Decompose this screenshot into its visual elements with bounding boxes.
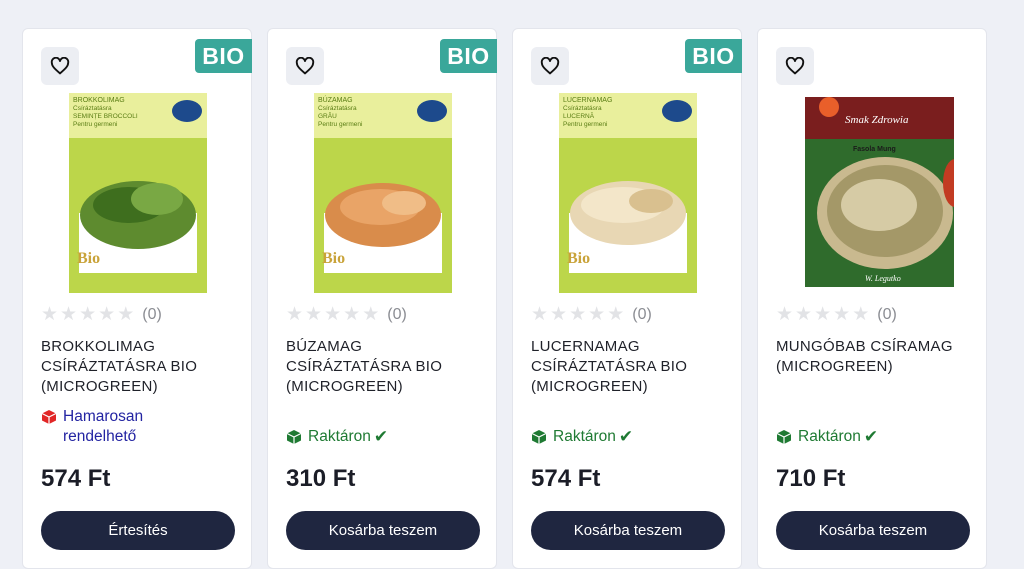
product-image[interactable]: BROKKOLIMAG Csíráztatásra SEMINȚE BROCCO… (69, 93, 207, 293)
box-green-icon (531, 430, 547, 444)
product-card[interactable]: BIO LUCERNAMAG Csíráztatásra LUCERNĂ Pen… (512, 28, 742, 569)
wishlist-button[interactable] (531, 47, 569, 85)
package-label: Csíráztatásra (318, 105, 357, 112)
star-icon: ★ (98, 304, 116, 325)
star-icon: ★ (343, 304, 361, 325)
heart-icon (295, 57, 315, 75)
product-card[interactable]: BIO BÚZAMAG Csíráztatásra GRÂU Pentru ge… (267, 28, 497, 569)
star-icon: ★ (324, 304, 342, 325)
package-label: BÚZAMAG (318, 95, 353, 104)
product-title[interactable]: MUNGÓBAB CSÍRAMAG (MICROGREEN) (776, 337, 976, 377)
promo-sticker (819, 97, 839, 117)
wishlist-button[interactable] (286, 47, 324, 85)
star-icon: ★ (79, 304, 97, 325)
product-title[interactable]: BÚZAMAG CSÍRÁZTATÁSRA BIO (MICROGREEN) (286, 337, 486, 397)
product-price: 310 Ft (286, 465, 356, 492)
product-image[interactable]: LUCERNAMAG Csíráztatásra LUCERNĂ Pentru … (559, 93, 697, 293)
package-label: SEMINȚE BROCCOLI (73, 113, 138, 120)
package-label: GRÂU (318, 111, 337, 120)
star-icon: ★ (362, 304, 380, 325)
product-image[interactable]: Smak Zdrowia Fasola Mung W. Legutko (794, 93, 954, 293)
notify-button[interactable]: Értesítés (41, 511, 235, 550)
rating-count: (0) (877, 306, 897, 323)
package-label: LUCERNAMAG (563, 97, 612, 104)
star-icon: ★ (814, 304, 832, 325)
star-icon: ★ (41, 304, 59, 325)
package-label: Bio (77, 250, 100, 267)
product-image[interactable]: BÚZAMAG Csíráztatásra GRÂU Pentru germen… (314, 93, 452, 293)
product-price: 574 Ft (41, 465, 111, 492)
package-label: W. Legutko (865, 274, 901, 283)
availability: Hamarosan rendelhető (41, 407, 183, 447)
product-price: 574 Ft (531, 465, 601, 492)
add-to-cart-button[interactable]: Kosárba teszem (531, 511, 725, 550)
availability-text: Hamarosan rendelhető (63, 408, 144, 445)
product-card[interactable]: Smak Zdrowia Fasola Mung W. Legutko ★ ★ ★ ★… (757, 28, 987, 569)
package-label: Pentru germeni (318, 121, 362, 128)
star-icon: ★ (795, 304, 813, 325)
bio-badge: BIO (440, 39, 497, 73)
star-icon: ★ (550, 304, 568, 325)
rating: ★ ★ ★ ★ ★ (0) (531, 305, 652, 325)
availability: Raktáron ✔ (776, 427, 878, 447)
heart-icon (785, 57, 805, 75)
star-icon: ★ (833, 304, 851, 325)
star-icon: ★ (60, 304, 78, 325)
availability: Raktáron ✔ (286, 427, 388, 447)
star-icon: ★ (286, 304, 304, 325)
star-icon: ★ (588, 304, 606, 325)
star-icon: ★ (305, 304, 323, 325)
brand-logo (417, 100, 447, 122)
rating-count: (0) (142, 306, 162, 323)
brand-logo (662, 100, 692, 122)
rating-count: (0) (387, 306, 407, 323)
star-icon: ★ (117, 304, 135, 325)
box-green-icon (286, 430, 302, 444)
package-label: Fasola Mung (853, 146, 896, 153)
check-icon: ✔ (373, 427, 389, 446)
star-icon: ★ (852, 304, 870, 325)
package-label: Pentru germeni (73, 121, 117, 128)
rating: ★ ★ ★ ★ ★ (0) (286, 305, 407, 325)
package-label: Smak Zdrowia (845, 114, 909, 126)
package-label: Bio (567, 250, 590, 267)
bio-badge: BIO (195, 39, 252, 73)
package-label: LUCERNĂ (563, 111, 595, 120)
add-to-cart-button[interactable]: Kosárba teszem (776, 511, 970, 550)
package-label: BROKKOLIMAG (73, 97, 125, 104)
availability-text: Raktáron (798, 428, 861, 445)
availability-text: Raktáron (308, 428, 371, 445)
package-label: Csíráztatásra (73, 105, 112, 112)
product-title[interactable]: BROKKOLIMAG CSÍRÁZTATÁSRA BIO (MICROGREE… (41, 337, 241, 397)
availability: Raktáron ✔ (531, 427, 633, 447)
star-icon: ★ (569, 304, 587, 325)
check-icon: ✔ (618, 427, 634, 446)
brand-logo (172, 100, 202, 122)
product-price: 710 Ft (776, 465, 846, 492)
rating-count: (0) (632, 306, 652, 323)
box-red-icon (41, 410, 57, 424)
box-green-icon (776, 430, 792, 444)
star-icon: ★ (776, 304, 794, 325)
check-icon: ✔ (863, 427, 879, 446)
wishlist-button[interactable] (776, 47, 814, 85)
heart-icon (50, 57, 70, 75)
star-icon: ★ (607, 304, 625, 325)
heart-icon (540, 57, 560, 75)
rating: ★ ★ ★ ★ ★ (0) (776, 305, 897, 325)
rating: ★ ★ ★ ★ ★ (0) (41, 305, 162, 325)
add-to-cart-button[interactable]: Kosárba teszem (286, 511, 480, 550)
package-label: Pentru germeni (563, 121, 607, 128)
product-title[interactable]: LUCERNAMAG CSÍRÁZTATÁSRA BIO (MICROGREEN… (531, 337, 731, 397)
package-label: Csíráztatásra (563, 105, 602, 112)
star-icon: ★ (531, 304, 549, 325)
bio-badge: BIO (685, 39, 742, 73)
wishlist-button[interactable] (41, 47, 79, 85)
product-card[interactable]: BIO BROKKOLIMAG Csíráztatásra SEMINȚE BR… (22, 28, 252, 569)
package-label: Bio (322, 250, 345, 267)
availability-text: Raktáron (553, 428, 616, 445)
